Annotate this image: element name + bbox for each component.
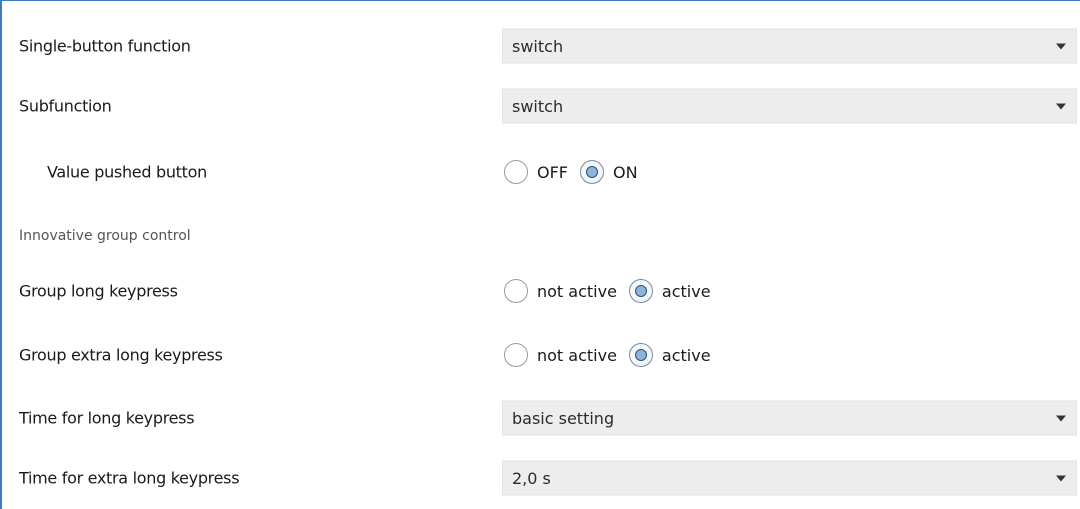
value-pushed-button-option-off-label: OFF (537, 162, 568, 182)
row-group-extra-long-keypress: Group extra long keypress not active act… (2, 330, 1080, 380)
section-title: Innovative group control (19, 228, 191, 244)
row-group-long-keypress: Group long keypress not active active (2, 266, 1080, 316)
parameter-panel: Single-button function switch Subfunctio… (0, 0, 1080, 509)
value-pushed-button-radio-group: OFF ON (504, 159, 650, 185)
single-button-function-value: switch (512, 36, 564, 56)
row-single-button-function: Single-button function switch (2, 21, 1080, 71)
radio-unselected-icon[interactable] (504, 343, 528, 367)
group-extra-long-keypress-option-not-active[interactable]: not active (504, 343, 617, 367)
row-subfunction: Subfunction switch (2, 81, 1080, 131)
time-extra-long-keypress-label: Time for extra long keypress (19, 468, 240, 488)
radio-selected-icon[interactable] (580, 160, 604, 184)
time-extra-long-keypress-select[interactable]: 2,0 s (502, 460, 1077, 496)
radio-selected-icon[interactable] (628, 343, 653, 367)
chevron-down-icon (1056, 475, 1066, 481)
time-long-keypress-label: Time for long keypress (19, 408, 195, 428)
time-long-keypress-value: basic setting (512, 408, 615, 428)
group-long-keypress-option-not-active[interactable]: not active (504, 279, 617, 303)
row-section-innovative-group-control: Innovative group control (2, 211, 1080, 261)
radio-unselected-icon[interactable] (504, 160, 528, 184)
radio-unselected-icon[interactable] (504, 279, 528, 303)
group-extra-long-keypress-label: Group extra long keypress (19, 345, 223, 365)
row-time-extra-long-keypress: Time for extra long keypress 2,0 s (2, 453, 1080, 503)
row-value-pushed-button: Value pushed button OFF ON (2, 147, 1080, 197)
time-extra-long-keypress-value: 2,0 s (512, 468, 551, 488)
radio-selected-icon[interactable] (628, 279, 653, 303)
single-button-function-select[interactable]: switch (502, 28, 1077, 64)
time-long-keypress-select[interactable]: basic setting (502, 400, 1077, 436)
single-button-function-label: Single-button function (19, 36, 191, 56)
group-extra-long-keypress-option-active[interactable]: active (628, 343, 711, 367)
group-long-keypress-radio-group: not active active (504, 278, 723, 304)
group-extra-long-keypress-radio-group: not active active (504, 342, 723, 368)
group-extra-long-keypress-option-active-label: active (661, 345, 711, 365)
subfunction-value: switch (512, 96, 564, 116)
group-long-keypress-option-active-label: active (661, 281, 711, 301)
subfunction-select[interactable]: switch (502, 88, 1077, 124)
chevron-down-icon (1056, 415, 1066, 421)
subfunction-label: Subfunction (19, 96, 112, 116)
group-long-keypress-option-not-active-label: not active (537, 281, 617, 301)
chevron-down-icon (1056, 103, 1066, 109)
value-pushed-button-option-off[interactable]: OFF (504, 160, 568, 184)
group-extra-long-keypress-option-not-active-label: not active (537, 345, 617, 365)
row-time-long-keypress: Time for long keypress basic setting (2, 393, 1080, 443)
chevron-down-icon (1056, 43, 1066, 49)
value-pushed-button-option-on[interactable]: ON (580, 160, 638, 184)
group-long-keypress-label: Group long keypress (19, 281, 178, 301)
group-long-keypress-option-active[interactable]: active (628, 279, 711, 303)
value-pushed-button-label: Value pushed button (47, 162, 207, 182)
value-pushed-button-option-on-label: ON (613, 162, 638, 182)
